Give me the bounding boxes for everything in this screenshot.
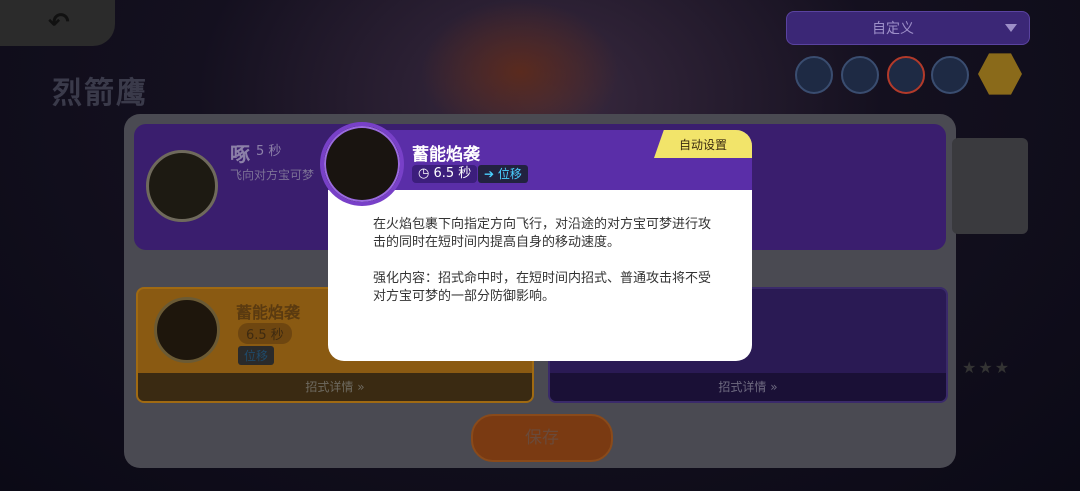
move-detail-button[interactable]: 招式详情 » bbox=[550, 373, 946, 401]
back-button[interactable]: ↶ bbox=[0, 0, 115, 46]
move-cooldown: 5 秒 bbox=[256, 144, 282, 159]
background-pokemon bbox=[420, 0, 620, 120]
popup-enhance: 强化内容：招式命中时，在短时间内招式、普通攻击将不受对方宝可梦的一部分防御影响。 bbox=[373, 271, 712, 304]
popup-tag: ➔ 位移 bbox=[478, 165, 528, 183]
popup-move-name: 蓄能焰袭 bbox=[412, 145, 480, 165]
popup-cooldown: ◷ 6.5 秒 bbox=[412, 165, 478, 183]
chevron-down-icon bbox=[1005, 24, 1017, 32]
pokemon-name: 烈箭鹰 bbox=[52, 76, 148, 111]
cooldown-text: 6.5 秒 bbox=[433, 166, 472, 181]
flame-dash-icon[interactable] bbox=[887, 56, 925, 94]
auto-setting-badge[interactable]: 自动设置 bbox=[654, 130, 752, 158]
popup-body: 在火焰包裹下向指定方向飞行，对沿途的对方宝可梦进行攻击的同时在短时间内提高自身的… bbox=[373, 216, 713, 324]
save-button[interactable]: 保存 bbox=[471, 414, 613, 462]
wing-icon[interactable] bbox=[841, 56, 879, 94]
move-desc: 飞向对方宝可梦 bbox=[230, 168, 315, 182]
side-stars: ★★★ bbox=[962, 358, 1012, 377]
flame-charge-avatar bbox=[154, 297, 220, 363]
detail-label: 招式详情 bbox=[718, 380, 767, 394]
detail-label: 招式详情 bbox=[305, 380, 354, 394]
back-arrow-icon: ↶ bbox=[48, 8, 70, 38]
bird-icon[interactable] bbox=[931, 56, 969, 94]
dropdown-label: 自定义 bbox=[872, 21, 914, 37]
move-detail-button[interactable]: 招式详情 » bbox=[138, 373, 532, 401]
settings-icon[interactable] bbox=[795, 56, 833, 94]
pokemon-thumbnail bbox=[952, 138, 1028, 234]
peck-avatar bbox=[146, 150, 218, 222]
move-name: 蓄能焰袭 bbox=[236, 303, 301, 322]
move-tag: 位移 bbox=[238, 346, 275, 365]
move-name: 啄 bbox=[230, 142, 250, 166]
popup-move-avatar bbox=[320, 122, 404, 206]
move-cooldown: 6.5 秒 bbox=[238, 323, 292, 344]
tag-text: 位移 bbox=[497, 167, 522, 181]
build-dropdown[interactable]: 自定义 bbox=[786, 11, 1030, 45]
popup-desc: 在火焰包裹下向指定方向飞行，对沿途的对方宝可梦进行攻击的同时在短时间内提高自身的… bbox=[373, 217, 712, 250]
auto-setting-label: 自动设置 bbox=[678, 138, 727, 152]
